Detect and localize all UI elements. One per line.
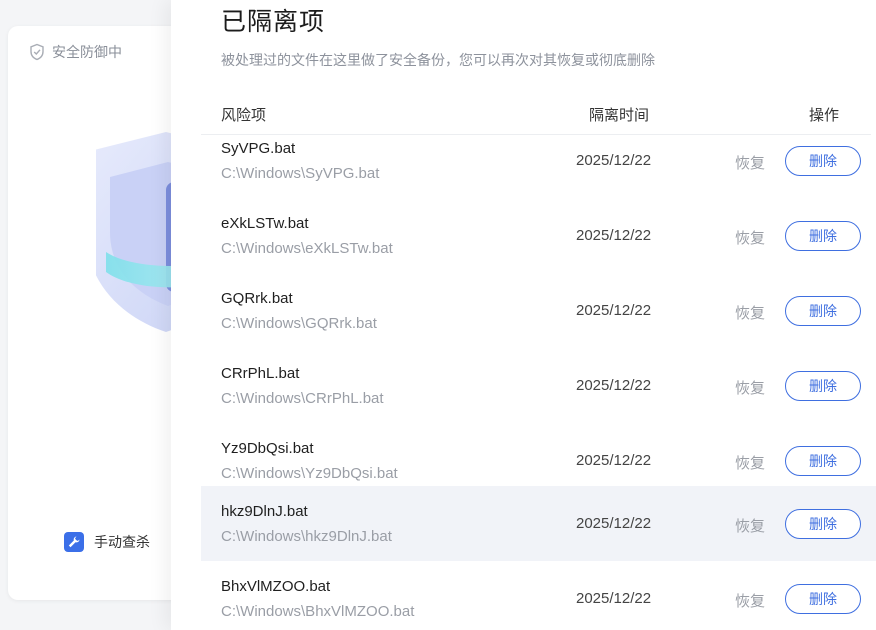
restore-button[interactable]: 恢复 [735, 377, 765, 398]
table-header: 风险项 隔离时间 操作 [201, 92, 871, 135]
restore-button[interactable]: 恢复 [735, 515, 765, 536]
file-name: Yz9DbQsi.bat [221, 440, 314, 457]
restore-button[interactable]: 恢复 [735, 152, 765, 173]
page-subtitle: 被处理过的文件在这里做了安全备份，您可以再次对其恢复或彻底删除 [221, 52, 655, 68]
quarantine-time: 2025/12/22 [576, 590, 652, 607]
file-name: CRrPhL.bat [221, 365, 300, 382]
file-name: SyVPG.bat [221, 140, 296, 157]
table-row: eXkLSTw.bat C:\Windows\eXkLSTw.bat 2025/… [201, 198, 876, 273]
restore-button[interactable]: 恢复 [735, 590, 765, 611]
quarantine-time: 2025/12/22 [576, 452, 652, 469]
quarantine-drawer: 已隔离项 被处理过的文件在这里做了安全备份，您可以再次对其恢复或彻底删除 风险项… [171, 0, 876, 630]
quarantine-time: 2025/12/22 [576, 377, 652, 394]
file-name: GQRrk.bat [221, 290, 293, 307]
file-path: C:\Windows\Yz9DbQsi.bat [221, 465, 398, 482]
quarantine-time: 2025/12/22 [576, 302, 652, 319]
delete-button[interactable]: 删除 [785, 371, 861, 401]
restore-button[interactable]: 恢复 [735, 227, 765, 248]
table-row: GQRrk.bat C:\Windows\GQRrk.bat 2025/12/2… [201, 273, 876, 348]
table-row: SyVPG.bat C:\Windows\SyVPG.bat 2025/12/2… [201, 135, 876, 198]
column-header-quarantine-time: 隔离时间 [589, 107, 650, 124]
file-path: C:\Windows\BhxVlMZOO.bat [221, 603, 415, 620]
delete-button[interactable]: 删除 [785, 296, 861, 326]
restore-button[interactable]: 恢复 [735, 452, 765, 473]
file-name: eXkLSTw.bat [221, 215, 309, 232]
delete-button[interactable]: 删除 [785, 584, 861, 614]
page-title: 已隔离项 [221, 8, 326, 36]
quarantine-time: 2025/12/22 [576, 227, 652, 244]
quarantine-time: 2025/12/22 [576, 515, 652, 532]
wrench-icon [64, 532, 84, 552]
quarantine-time: 2025/12/22 [576, 152, 652, 169]
delete-button[interactable]: 删除 [785, 146, 861, 176]
shield-check-icon [28, 43, 46, 61]
file-path: C:\Windows\GQRrk.bat [221, 315, 377, 332]
file-name: hkz9DlnJ.bat [221, 503, 308, 520]
manual-scan-label: 手动查杀 [94, 534, 150, 550]
column-header-action: 操作 [809, 107, 840, 124]
protection-status: 安全防御中 [28, 42, 122, 62]
restore-button[interactable]: 恢复 [735, 302, 765, 323]
table-row: CRrPhL.bat C:\Windows\CRrPhL.bat 2025/12… [201, 348, 876, 423]
column-header-risk-item: 风险项 [221, 107, 267, 124]
table-row: BhxVlMZOO.bat C:\Windows\BhxVlMZOO.bat 2… [201, 561, 876, 630]
delete-button[interactable]: 删除 [785, 221, 861, 251]
delete-button[interactable]: 删除 [785, 509, 861, 539]
manual-scan-button[interactable]: 手动查杀 [64, 532, 150, 552]
file-path: C:\Windows\SyVPG.bat [221, 165, 380, 182]
file-path: C:\Windows\CRrPhL.bat [221, 390, 384, 407]
table-row-hovered: hkz9DlnJ.bat C:\Windows\hkz9DlnJ.bat 202… [201, 486, 876, 561]
file-path: C:\Windows\hkz9DlnJ.bat [221, 528, 392, 545]
quarantine-list[interactable]: SyVPG.bat C:\Windows\SyVPG.bat 2025/12/2… [201, 135, 876, 630]
file-path: C:\Windows\eXkLSTw.bat [221, 240, 393, 257]
delete-button[interactable]: 删除 [785, 446, 861, 476]
protection-status-text: 安全防御中 [52, 44, 122, 60]
file-name: BhxVlMZOO.bat [221, 578, 331, 595]
